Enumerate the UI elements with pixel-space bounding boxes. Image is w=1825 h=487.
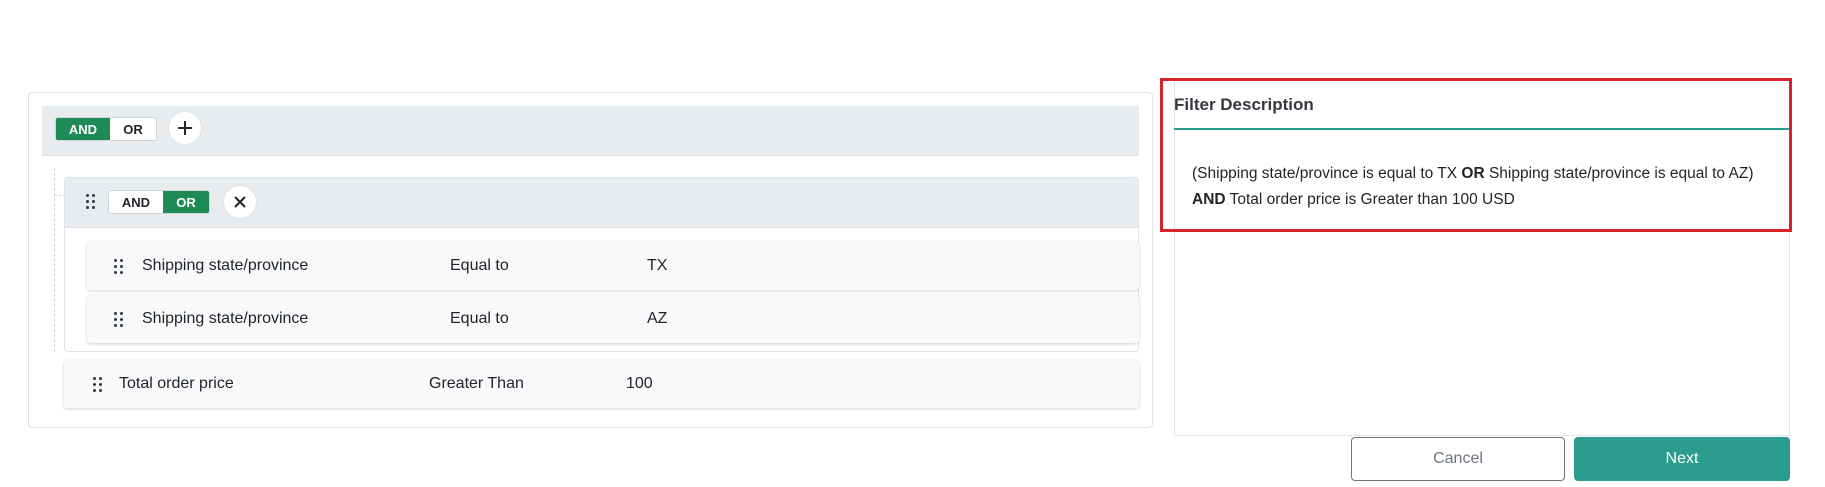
rule-drag-handle[interactable]: [114, 312, 124, 328]
rule-operator[interactable]: Equal to: [450, 257, 509, 275]
description-clause: (Shipping state/province is equal to TX: [1192, 165, 1462, 182]
rule-field[interactable]: Shipping state/province: [142, 310, 308, 328]
root-group-header: [42, 106, 1139, 156]
group-condition-toggle: AND OR: [108, 190, 210, 214]
rule-row: Shipping state/province Equal to AZ: [87, 295, 1139, 343]
rule-row: Shipping state/province Equal to TX: [87, 242, 1139, 290]
rule-field[interactable]: Total order price: [119, 375, 234, 393]
nested-group-header: AND OR: [65, 178, 1138, 228]
title-divider: [1174, 128, 1789, 130]
add-rule-button[interactable]: [168, 111, 202, 145]
root-condition-toggle: AND OR: [55, 117, 157, 141]
root-or-button[interactable]: OR: [110, 118, 156, 140]
description-operator: AND: [1192, 191, 1226, 208]
remove-group-button[interactable]: [223, 185, 257, 219]
rule-operator[interactable]: Greater Than: [429, 375, 524, 393]
filter-description-text: (Shipping state/province is equal to TX …: [1192, 161, 1782, 213]
rule-value[interactable]: 100: [626, 375, 653, 393]
nested-group: AND OR Shipping state/province Equal to …: [64, 177, 1139, 352]
group-or-button[interactable]: OR: [162, 191, 209, 213]
rule-operator[interactable]: Equal to: [450, 310, 509, 328]
plus-icon: [178, 121, 192, 135]
rule-field[interactable]: Shipping state/province: [142, 257, 308, 275]
description-clause: Total order price is Greater than 100 US…: [1225, 191, 1515, 208]
filter-description-panel: [1174, 80, 1790, 436]
rule-drag-handle[interactable]: [93, 377, 103, 393]
root-and-button[interactable]: AND: [56, 118, 110, 140]
next-button[interactable]: Next: [1574, 437, 1790, 481]
rule-drag-handle[interactable]: [114, 259, 124, 275]
description-clause: Shipping state/province is equal to AZ): [1484, 165, 1754, 182]
close-icon: [234, 196, 246, 208]
rule-value[interactable]: AZ: [647, 310, 667, 328]
group-drag-handle[interactable]: [86, 194, 96, 210]
rule-value[interactable]: TX: [647, 257, 667, 275]
filter-description-title: Filter Description: [1174, 95, 1314, 114]
rule-row: Total order price Greater Than 100: [64, 360, 1139, 408]
cancel-button[interactable]: Cancel: [1351, 437, 1565, 481]
group-and-button[interactable]: AND: [109, 191, 163, 213]
description-operator: OR: [1461, 165, 1485, 182]
